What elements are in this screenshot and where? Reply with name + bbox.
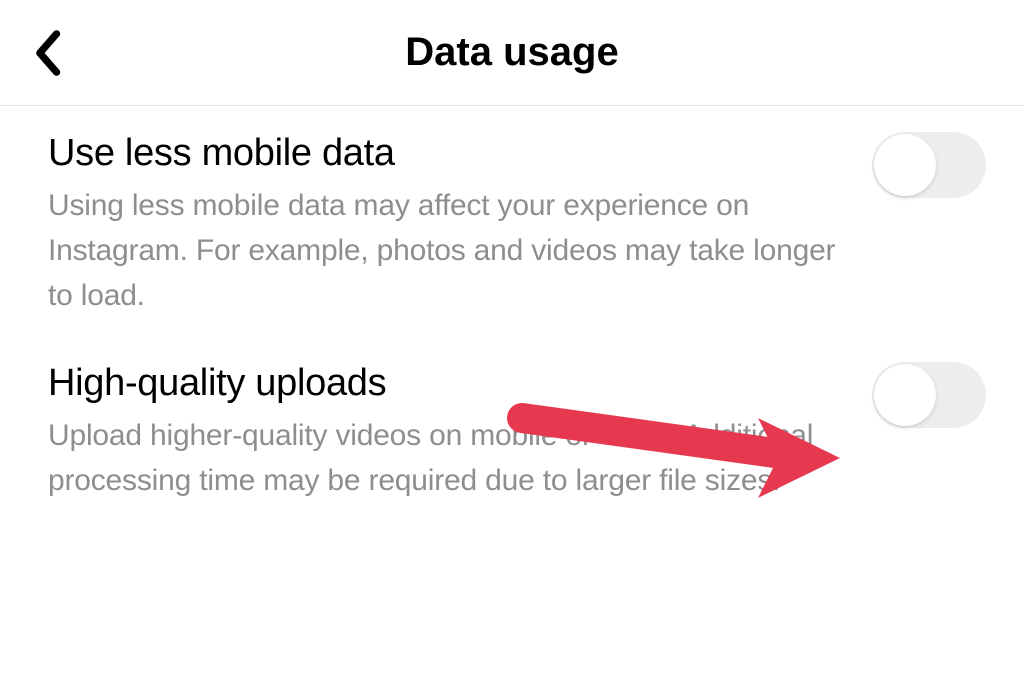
- chevron-left-icon: [32, 29, 62, 77]
- back-button[interactable]: [28, 25, 66, 81]
- setting-description: Using less mobile data may affect your e…: [48, 183, 866, 318]
- toggle-knob: [874, 364, 936, 426]
- page-title: Data usage: [28, 30, 996, 75]
- header: Data usage: [0, 0, 1024, 106]
- setting-high-quality-uploads: High-quality uploads Upload higher-quali…: [48, 362, 986, 503]
- setting-title: Use less mobile data: [48, 132, 866, 175]
- settings-list: Use less mobile data Using less mobile d…: [0, 106, 1024, 571]
- use-less-mobile-data-toggle[interactable]: [872, 132, 986, 198]
- setting-text: Use less mobile data Using less mobile d…: [48, 132, 986, 318]
- setting-title: High-quality uploads: [48, 362, 866, 405]
- setting-text: High-quality uploads Upload higher-quali…: [48, 362, 986, 503]
- setting-use-less-mobile-data: Use less mobile data Using less mobile d…: [48, 132, 986, 318]
- setting-description: Upload higher-quality videos on mobile o…: [48, 413, 866, 503]
- high-quality-uploads-toggle[interactable]: [872, 362, 986, 428]
- toggle-knob: [874, 134, 936, 196]
